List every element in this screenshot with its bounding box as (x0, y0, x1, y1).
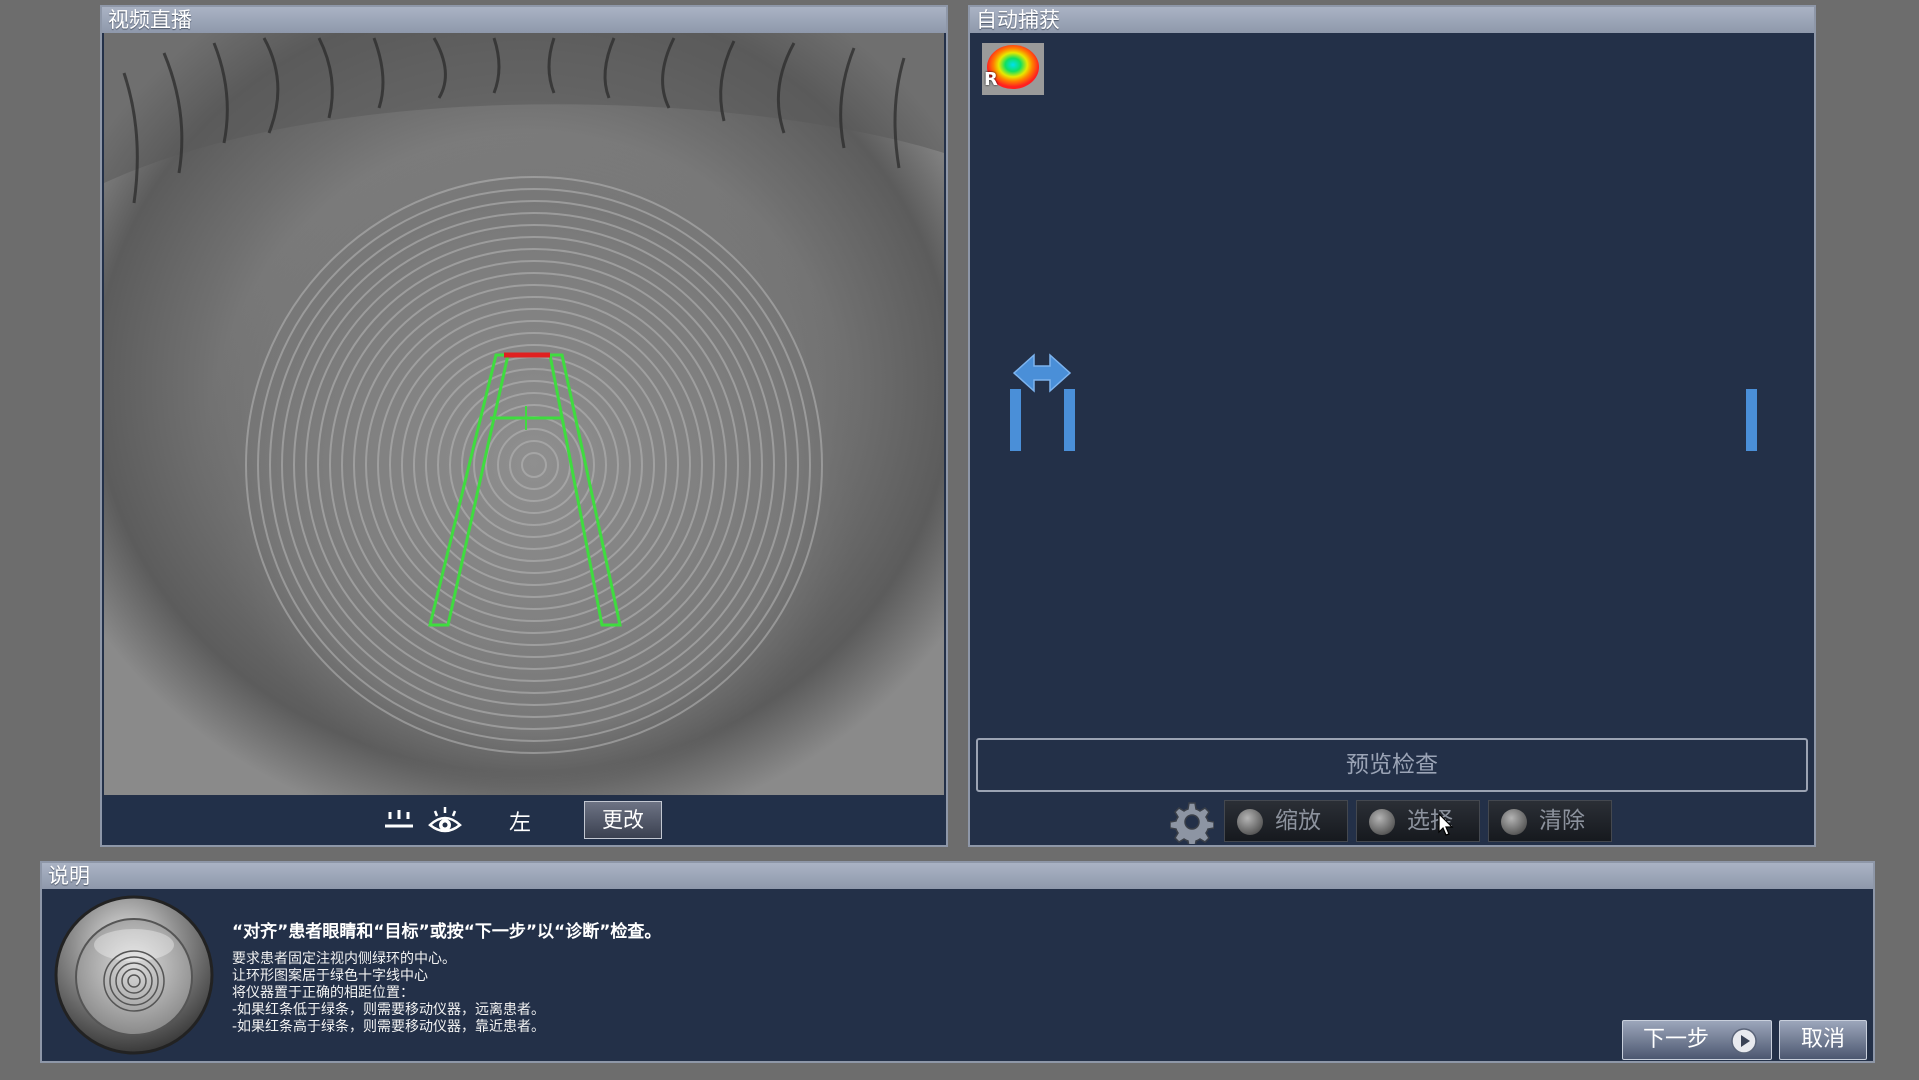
play-icon (1731, 1028, 1757, 1054)
double-arrow-icon (1012, 353, 1072, 393)
mouse-cursor-icon (1438, 813, 1454, 836)
select-button[interactable]: 选择 (1356, 800, 1480, 842)
instructions-panel: 说明 “对齐”患者眼睛和“目标”或按“下一步”以“诊断”检查。 要求患者固定注视… (40, 861, 1875, 1063)
auto-capture-panel: 自动捕获 R 预览检查 缩放 选择 清除 (968, 5, 1816, 847)
eye-icon[interactable] (427, 805, 463, 839)
live-toolbar: 左 更改 (102, 797, 946, 845)
instruction-line: 将仪器置于正确的相距位置： (232, 985, 414, 1001)
instruction-line: -如果红条高于绿条，则需要移动仪器，靠近患者。 (232, 1019, 546, 1035)
inner-indicator-bar (1064, 389, 1075, 451)
instructions-body: “对齐”患者眼睛和“目标”或按“下一步”以“诊断”检查。 要求患者固定注视内侧绿… (42, 889, 1873, 1061)
instructions-title: 说明 (42, 863, 1873, 889)
live-video-title: 视频直播 (102, 7, 946, 33)
eye-side-label: 左 (509, 811, 532, 836)
next-step-button[interactable]: 下一步 (1622, 1020, 1772, 1060)
gear-icon[interactable] (1170, 800, 1214, 844)
zoom-button[interactable]: 缩放 (1224, 800, 1348, 842)
eye-image (104, 33, 944, 795)
clear-label: 清除 (1539, 808, 1585, 834)
preview-check-button[interactable]: 预览检查 (976, 738, 1808, 792)
live-video-feed[interactable] (104, 33, 944, 795)
right-indicator-bar (1746, 389, 1757, 451)
auto-capture-title: 自动捕获 (970, 7, 1814, 33)
cancel-button[interactable]: 取消 (1779, 1020, 1867, 1060)
clear-button[interactable]: 清除 (1488, 800, 1612, 842)
change-eye-button[interactable]: 更改 (584, 801, 662, 839)
instruction-line: 要求患者固定注视内侧绿环的中心。 (232, 951, 456, 967)
instruction-line: 让环形图案居于绿色十字线中心 (232, 968, 428, 984)
next-step-label: 下一步 (1643, 1027, 1710, 1052)
target-lens-icon (54, 895, 214, 1055)
eye-side-badge: R (984, 69, 998, 90)
left-indicator-bar (1010, 389, 1021, 451)
eyelid-icon[interactable] (382, 808, 416, 836)
instructions-heading: “对齐”患者眼睛和“目标”或按“下一步”以“诊断”检查。 (232, 922, 662, 942)
capture-area: R (970, 33, 1814, 741)
clear-knob-icon (1501, 809, 1527, 835)
live-video-panel: 视频直播 左 更改 (100, 5, 948, 847)
select-knob-icon (1369, 809, 1395, 835)
captured-thumbnail[interactable]: R (982, 43, 1044, 95)
zoom-label: 缩放 (1275, 808, 1321, 834)
zoom-knob-icon (1237, 809, 1263, 835)
instruction-line: -如果红条低于绿条，则需要移动仪器，远离患者。 (232, 1002, 546, 1018)
